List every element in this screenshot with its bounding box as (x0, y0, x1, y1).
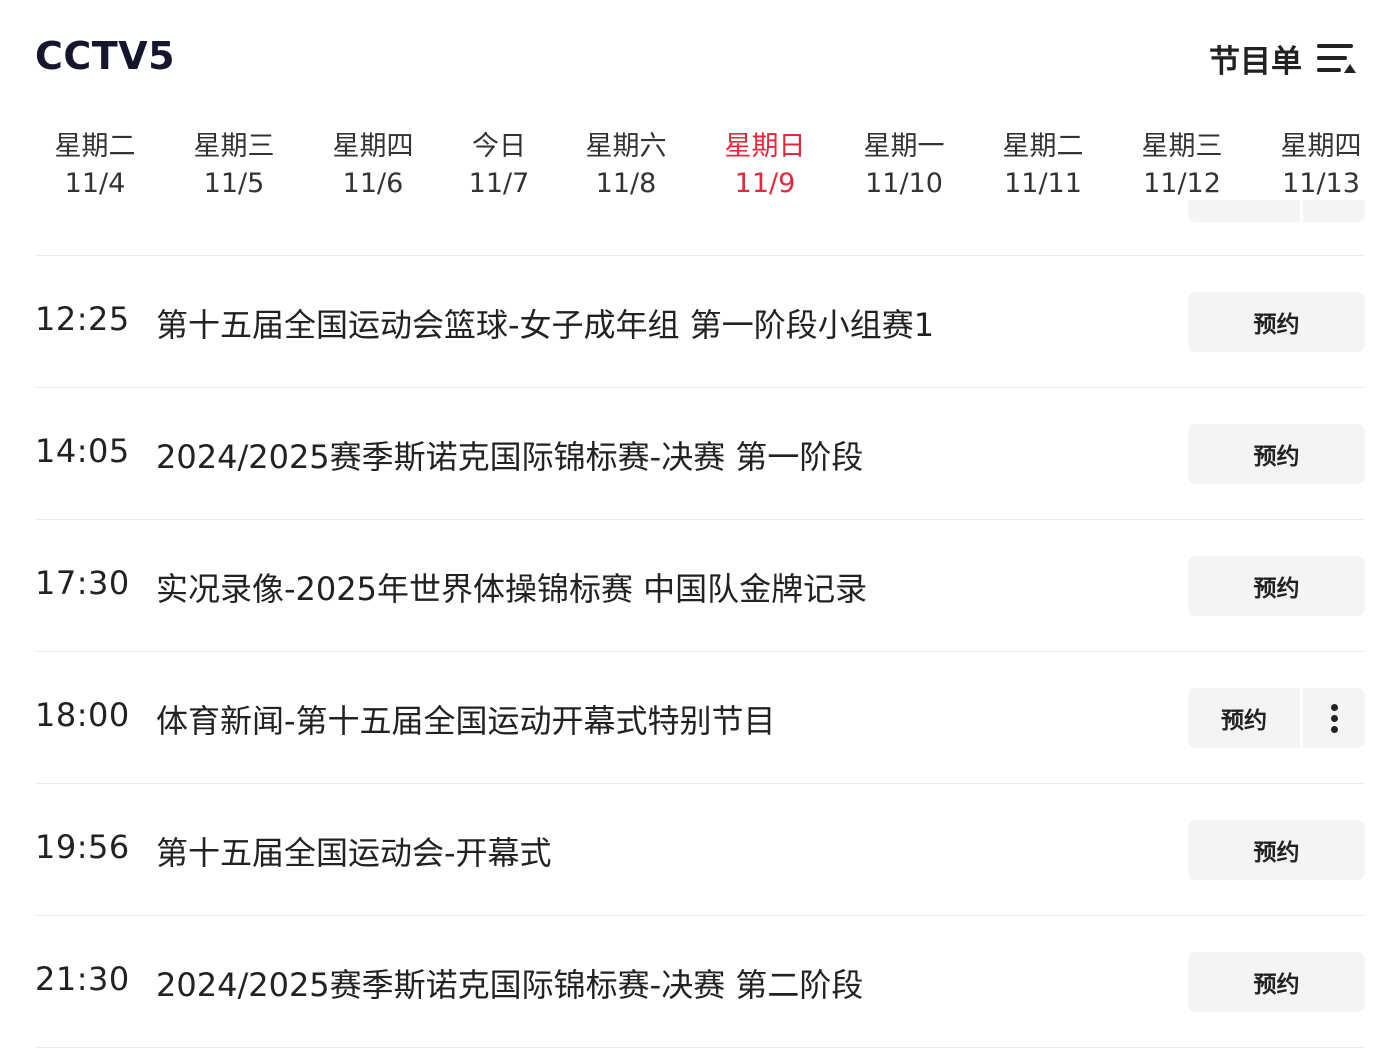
date-tab-selected[interactable]: 星期日 11/9 (705, 128, 825, 202)
reserve-button[interactable]: 预约 (1188, 292, 1365, 352)
date-tab[interactable]: 星期二 11/11 (983, 128, 1103, 202)
date-tab-weekday: 星期四 (1280, 131, 1362, 162)
reserve-button[interactable]: 预约 (1188, 556, 1365, 616)
program-time: 12:25 (35, 300, 130, 338)
reserve-button[interactable]: 预约 (1188, 952, 1365, 1012)
channel-title: CCTV5 (35, 34, 176, 78)
date-tab-weekday: 星期日 (724, 131, 806, 162)
date-tab[interactable]: 星期三 11/12 (1122, 128, 1242, 202)
program-row: 14:05 2024/2025赛季斯诺克国际锦标赛-决赛 第一阶段 预约 (35, 387, 1365, 519)
date-tab-date: 11/8 (595, 168, 657, 199)
date-tab-date: 11/11 (1004, 168, 1082, 199)
program-row: 12:25 第十五届全国运动会篮球-女子成年组 第一阶段小组赛1 预约 (35, 255, 1365, 387)
date-tab-date: 11/12 (1143, 168, 1221, 199)
date-tab-weekday: 星期二 (1002, 131, 1084, 162)
program-row: 17:30 实况录像-2025年世界体操锦标赛 中国队金牌记录 预约 (35, 519, 1365, 651)
more-options-button[interactable] (1303, 688, 1365, 748)
date-tab-weekday: 星期二 (54, 131, 136, 162)
reserve-button[interactable]: 预约 (1188, 688, 1300, 748)
program-time: 14:05 (35, 432, 130, 470)
tv-guide-page: CCTV5 节目单 星期二 11/4 星期三 11/5 星期四 11/6 今日 … (0, 0, 1400, 1063)
reserve-button[interactable]: 预约 (1188, 820, 1365, 880)
date-tab-weekday: 星期三 (193, 131, 275, 162)
date-tab-weekday: 星期三 (1141, 131, 1223, 162)
date-tab[interactable]: 星期三 11/5 (174, 128, 294, 202)
program-title: 2024/2025赛季斯诺克国际锦标赛-决赛 第一阶段 (156, 438, 864, 476)
program-title: 体育新闻-第十五届全国运动开幕式特别节目 (156, 702, 776, 740)
date-tab-date: 11/5 (203, 168, 265, 199)
date-tab-weekday: 今日 (472, 131, 526, 162)
date-tab-date: 11/7 (468, 168, 530, 199)
date-tab-date: 11/4 (64, 168, 126, 199)
program-title: 2024/2025赛季斯诺克国际锦标赛-决赛 第二阶段 (156, 966, 864, 1004)
program-title: 第十五届全国运动会篮球-女子成年组 第一阶段小组赛1 (156, 306, 935, 344)
reserve-button[interactable]: 预约 (1188, 424, 1365, 484)
schedule-menu-button[interactable]: 节目单 (1209, 36, 1356, 80)
date-tab-date: 11/6 (342, 168, 404, 199)
date-tab-weekday: 星期一 (863, 131, 945, 162)
program-title: 第十五届全国运动会-开幕式 (156, 834, 552, 872)
program-time: 21:30 (35, 960, 130, 998)
date-tab-date: 11/13 (1282, 168, 1360, 199)
date-tab[interactable]: 星期六 11/8 (566, 128, 686, 202)
date-tab-weekday: 星期四 (332, 131, 414, 162)
date-tab-date: 11/10 (865, 168, 943, 199)
date-tab[interactable]: 星期四 11/13 (1261, 128, 1381, 202)
date-tab-weekday: 星期六 (585, 131, 667, 162)
program-time: 19:56 (35, 828, 130, 866)
program-time: 17:30 (35, 564, 130, 602)
program-row: 19:56 第十五届全国运动会-开幕式 预约 (35, 783, 1365, 915)
list-sort-icon (1316, 38, 1356, 78)
date-tab-date: 11/9 (734, 168, 796, 199)
date-tab[interactable]: 星期四 11/6 (313, 128, 433, 202)
program-row: 21:30 2024/2025赛季斯诺克国际锦标赛-决赛 第二阶段 预约 (35, 915, 1365, 1048)
date-tab[interactable]: 星期一 11/10 (844, 128, 964, 202)
program-list: 12:25 第十五届全国运动会篮球-女子成年组 第一阶段小组赛1 预约 14:0… (35, 255, 1365, 1048)
program-time: 18:00 (35, 696, 130, 734)
program-title: 实况录像-2025年世界体操锦标赛 中国队金牌记录 (156, 570, 868, 608)
date-tab[interactable]: 星期二 11/4 (35, 128, 155, 202)
date-tabs: 星期二 11/4 星期三 11/5 星期四 11/6 今日 11/7 星期六 1… (0, 128, 1400, 208)
scrolled-button-edge (1188, 200, 1365, 222)
date-tab-today[interactable]: 今日 11/7 (439, 128, 559, 202)
schedule-label: 节目单 (1209, 43, 1302, 80)
header: CCTV5 节目单 (0, 0, 1400, 118)
program-row: 18:00 体育新闻-第十五届全国运动开幕式特别节目 预约 (35, 651, 1365, 783)
